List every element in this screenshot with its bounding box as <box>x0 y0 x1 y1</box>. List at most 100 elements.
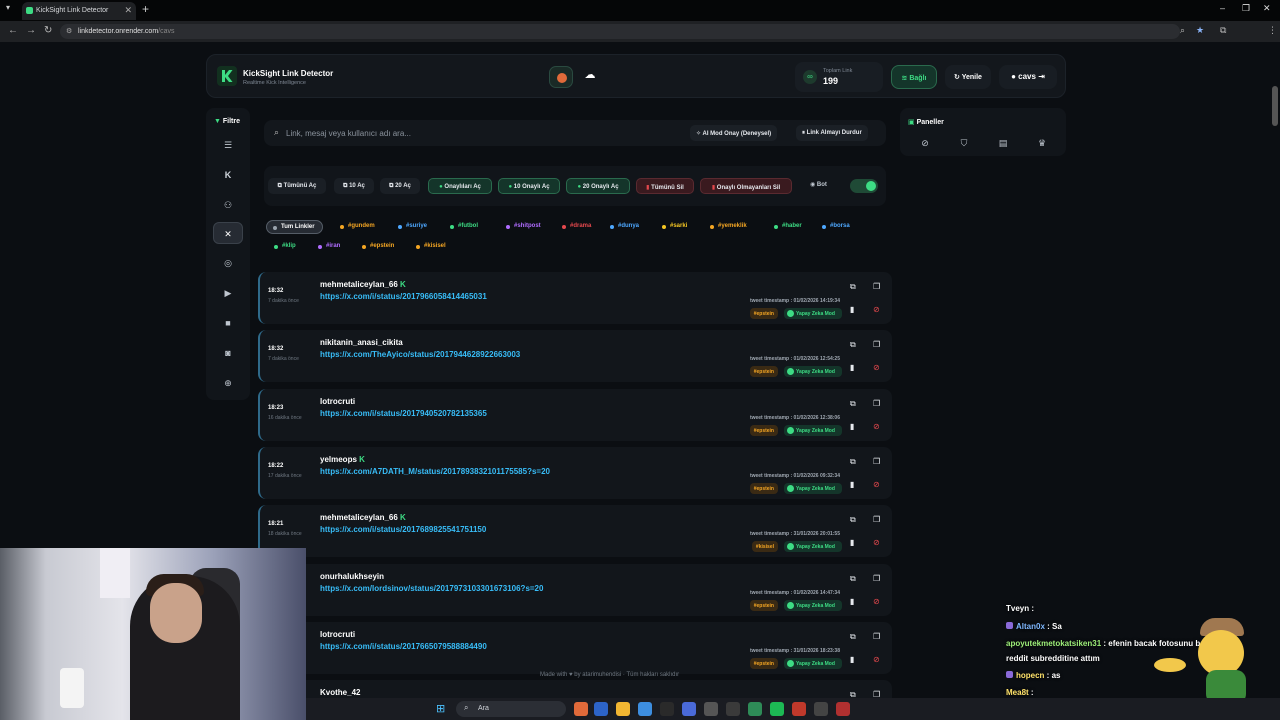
logout-icon[interactable]: ⇥ <box>1036 72 1045 81</box>
maximize-icon[interactable]: ❐ <box>1242 3 1250 14</box>
link-username[interactable]: nikitanin_anasi_cikita <box>320 338 403 347</box>
tag-chip[interactable]: #suriye <box>392 220 434 234</box>
copy-link-icon[interactable]: ❐ <box>873 340 880 349</box>
taskbar-explorer-icon[interactable] <box>594 702 608 716</box>
taskbar-app-icon[interactable] <box>574 702 588 716</box>
tab-list-icon[interactable]: ▾ <box>6 3 16 15</box>
filter-users-icon[interactable]: ⚇ <box>213 194 243 216</box>
open-link-icon[interactable]: ⧉ <box>850 282 856 292</box>
taskbar-discord-icon[interactable] <box>682 702 696 716</box>
tag-chip[interactable]: #iran <box>312 240 347 254</box>
ghost-avatar-icon[interactable]: ☁ <box>581 68 599 86</box>
filter-youtube-icon[interactable]: ▶ <box>213 282 243 304</box>
panel-shield-icon[interactable]: ⛉ <box>949 134 979 152</box>
taskbar-github-icon[interactable] <box>660 702 674 716</box>
new-tab-icon[interactable]: + <box>142 2 149 16</box>
open-20-approved-button[interactable]: ● 20 Onaylı Aç <box>566 178 630 194</box>
search-input[interactable] <box>286 124 666 142</box>
bot-toggle[interactable] <box>850 179 878 193</box>
copy-link-icon[interactable]: ❐ <box>873 574 880 583</box>
extensions-icon[interactable]: ⧉ <box>1220 25 1226 36</box>
site-info-icon[interactable]: ⚙ <box>66 27 72 35</box>
link-username[interactable]: mehmetaliceylan_66 K <box>320 280 406 289</box>
taskbar-browser-icon[interactable] <box>638 702 652 716</box>
taskbar-app3-icon[interactable] <box>726 702 740 716</box>
filter-kick-icon[interactable]: K <box>213 164 243 186</box>
forward-icon[interactable]: → <box>26 25 36 36</box>
tag-chip[interactable]: #futbol <box>444 220 485 234</box>
copy-link-icon[interactable]: ❐ <box>873 515 880 524</box>
link-username[interactable]: yelmeops K <box>320 455 365 464</box>
taskbar-spotify-icon[interactable] <box>770 702 784 716</box>
taskbar-folder-icon[interactable] <box>616 702 630 716</box>
tag-chip[interactable]: #haber <box>768 220 809 234</box>
bookmark-star-icon[interactable]: ★ <box>1196 25 1204 36</box>
delete-link-icon[interactable]: ▮ <box>850 305 854 314</box>
delete-unapproved-button[interactable]: ▮ Onaylı Olmayanları Sil <box>700 178 792 194</box>
taskbar-app2-icon[interactable] <box>704 702 718 716</box>
taskbar-app5-icon[interactable] <box>792 702 806 716</box>
link-url[interactable]: https://x.com/TheAyico/status/2017944628… <box>320 350 520 359</box>
link-username[interactable]: onurhalukhseyin <box>320 572 384 581</box>
tag-chip[interactable]: #gundem <box>334 220 382 234</box>
open-link-icon[interactable]: ⧉ <box>850 515 856 525</box>
address-bar[interactable]: ⚙ linkdetector.onrender.com/cavs <box>60 24 1180 39</box>
connection-status-button[interactable]: ≋ Bağlı <box>891 65 937 89</box>
delete-link-icon[interactable]: ▮ <box>850 363 854 372</box>
reload-icon[interactable]: ↻ <box>44 25 52 36</box>
ban-user-icon[interactable]: ⊘ <box>873 480 880 489</box>
link-url[interactable]: https://x.com/lordsinov/status/201797310… <box>320 584 543 593</box>
open-link-icon[interactable]: ⧉ <box>850 340 856 350</box>
open-link-icon[interactable]: ⧉ <box>850 457 856 467</box>
delete-all-button[interactable]: ▮ Tümünü Sil <box>636 178 694 194</box>
open-10-approved-button[interactable]: ● 10 Onaylı Aç <box>498 178 560 194</box>
taskbar-search[interactable]: ⌕ Ara <box>456 701 566 717</box>
zoom-icon[interactable]: ⌕ <box>1180 25 1185 36</box>
copy-link-icon[interactable]: ❐ <box>873 282 880 291</box>
taskbar-app6-icon[interactable] <box>814 702 828 716</box>
delete-link-icon[interactable]: ▮ <box>850 538 854 547</box>
filter-video-icon[interactable]: ■ <box>213 312 243 334</box>
link-url[interactable]: https://x.com/i/status/20176898255417511… <box>320 525 486 534</box>
page-scrollbar[interactable] <box>1272 86 1278 126</box>
open-link-icon[interactable]: ⧉ <box>850 632 856 642</box>
open-20-button[interactable]: ⧉ 20 Aç <box>380 178 420 194</box>
open-link-icon[interactable]: ⧉ <box>850 399 856 409</box>
ban-user-icon[interactable]: ⊘ <box>873 538 880 547</box>
tag-chip[interactable]: #shitpost <box>500 220 548 234</box>
copy-link-icon[interactable]: ❐ <box>873 399 880 408</box>
filter-camera-icon[interactable]: ◙ <box>213 342 243 364</box>
tab-close-icon[interactable]: ✕ <box>124 5 132 16</box>
refresh-button[interactable]: ↻ Yenile <box>945 65 991 89</box>
panel-trophy-icon[interactable]: ♛ <box>1027 134 1057 152</box>
ai-mod-approve-button[interactable]: ✧ AI Mod Onay (Deneysel) <box>690 125 778 141</box>
link-url[interactable]: https://x.com/i/status/20179660584144650… <box>320 292 487 301</box>
browser-menu-icon[interactable]: ⋮ <box>1268 25 1277 36</box>
link-username[interactable]: Kvothe_42 <box>320 688 360 697</box>
copy-link-icon[interactable]: ❐ <box>873 632 880 641</box>
tag-chip[interactable]: #klip <box>268 240 303 254</box>
filter-list-icon[interactable]: ☰ <box>213 134 243 156</box>
filter-globe-icon[interactable]: ⊕ <box>213 372 243 394</box>
filter-instagram-icon[interactable]: ◎ <box>213 252 243 274</box>
tag-chip[interactable]: #dunya <box>604 220 646 234</box>
tag-chip[interactable]: #kisisel <box>410 240 453 254</box>
link-url[interactable]: https://x.com/i/status/20179405207821353… <box>320 409 487 418</box>
tag-chip[interactable]: #drama <box>556 220 598 234</box>
ban-user-icon[interactable]: ⊘ <box>873 597 880 606</box>
tag-chip[interactable]: #epstein <box>356 240 401 254</box>
open-approved-button[interactable]: ● Onaylıları Aç <box>428 178 492 194</box>
open-10-button[interactable]: ⧉ 10 Aç <box>334 178 374 194</box>
link-url[interactable]: https://x.com/A7DATH_M/status/2017893832… <box>320 467 550 476</box>
ban-user-icon[interactable]: ⊘ <box>873 305 880 314</box>
tag-chip[interactable]: #sarki <box>656 220 694 234</box>
ban-user-icon[interactable]: ⊘ <box>873 655 880 664</box>
back-icon[interactable]: ← <box>8 25 18 36</box>
user-button[interactable]: ● cavs ⇥ <box>999 65 1057 89</box>
ban-user-icon[interactable]: ⊘ <box>873 422 880 431</box>
channel-avatar[interactable] <box>549 66 573 88</box>
filter-x-icon[interactable]: ✕ <box>213 222 243 244</box>
browser-tab[interactable]: KickSight Link Detector ✕ <box>22 2 136 20</box>
open-all-button[interactable]: ⧉ Tümünü Aç <box>268 178 326 194</box>
delete-link-icon[interactable]: ▮ <box>850 480 854 489</box>
